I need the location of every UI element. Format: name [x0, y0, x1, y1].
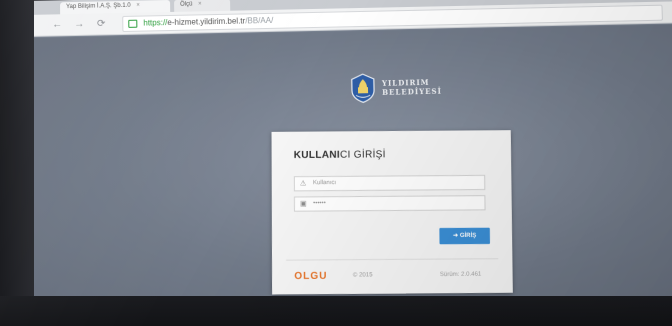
- municipality-logo: YILDIRIM BELEDİYESİ: [350, 71, 471, 108]
- login-title: KULLANICI GİRİŞİ: [294, 149, 386, 161]
- version-text: Sürüm: 2.0.461: [439, 271, 482, 278]
- login-page: YILDIRIM BELEDİYESİ KULLANICI GİRİŞİ ⚠ K…: [30, 24, 672, 323]
- login-card: KULLANICI GİRİŞİ ⚠ Kullanıcı ▣ •••••• ➜ …: [271, 130, 513, 295]
- municipality-emblem-icon: [350, 73, 377, 104]
- monitor-photo: Yap Bilişim İ.A.Ş. Şb.1.0 × Ölçü × ← → ⟳…: [0, 0, 672, 326]
- tab-label: Yap Bilişim İ.A.Ş. Şb.1.0: [66, 2, 131, 11]
- url-scheme: https://: [143, 18, 168, 28]
- url-host: e-hizmet.yildirim.bel.tr: [167, 16, 246, 28]
- logo-line-2: BELEDİYESİ: [382, 86, 442, 97]
- lock-icon: ▣: [299, 200, 307, 208]
- login-title-rest: CI GİRİŞİ: [339, 149, 386, 161]
- monitor-bezel-bottom: [0, 296, 672, 326]
- forward-icon[interactable]: →: [72, 18, 86, 32]
- browser-window: Yap Bilişim İ.A.Ş. Şb.1.0 × Ölçü × ← → ⟳…: [29, 0, 672, 323]
- url-path: /BB/AA/: [245, 15, 274, 26]
- username-placeholder: Kullanıcı: [312, 179, 337, 187]
- tab-label: Ölçü: [180, 1, 193, 8]
- close-icon[interactable]: ×: [136, 3, 140, 9]
- password-field[interactable]: ▣ ••••••: [293, 195, 486, 212]
- vendor-logo: OLGU: [294, 270, 328, 283]
- monitor-bezel-left: [0, 0, 34, 326]
- lock-icon: [128, 19, 138, 28]
- username-field[interactable]: ⚠ Kullanıcı: [293, 174, 486, 192]
- divider: [286, 258, 499, 261]
- close-icon[interactable]: ×: [198, 1, 202, 7]
- login-title-bold: KULLANI: [293, 149, 341, 162]
- password-placeholder: ••••••: [313, 200, 326, 207]
- login-button[interactable]: ➜ GİRİŞ: [439, 227, 491, 245]
- back-icon[interactable]: ←: [50, 18, 64, 32]
- reload-icon[interactable]: ⟳: [94, 17, 108, 31]
- copyright-year: © 2015: [352, 272, 373, 279]
- municipality-name: YILDIRIM BELEDİYESİ: [382, 78, 442, 97]
- user-icon: ⚠: [299, 180, 307, 188]
